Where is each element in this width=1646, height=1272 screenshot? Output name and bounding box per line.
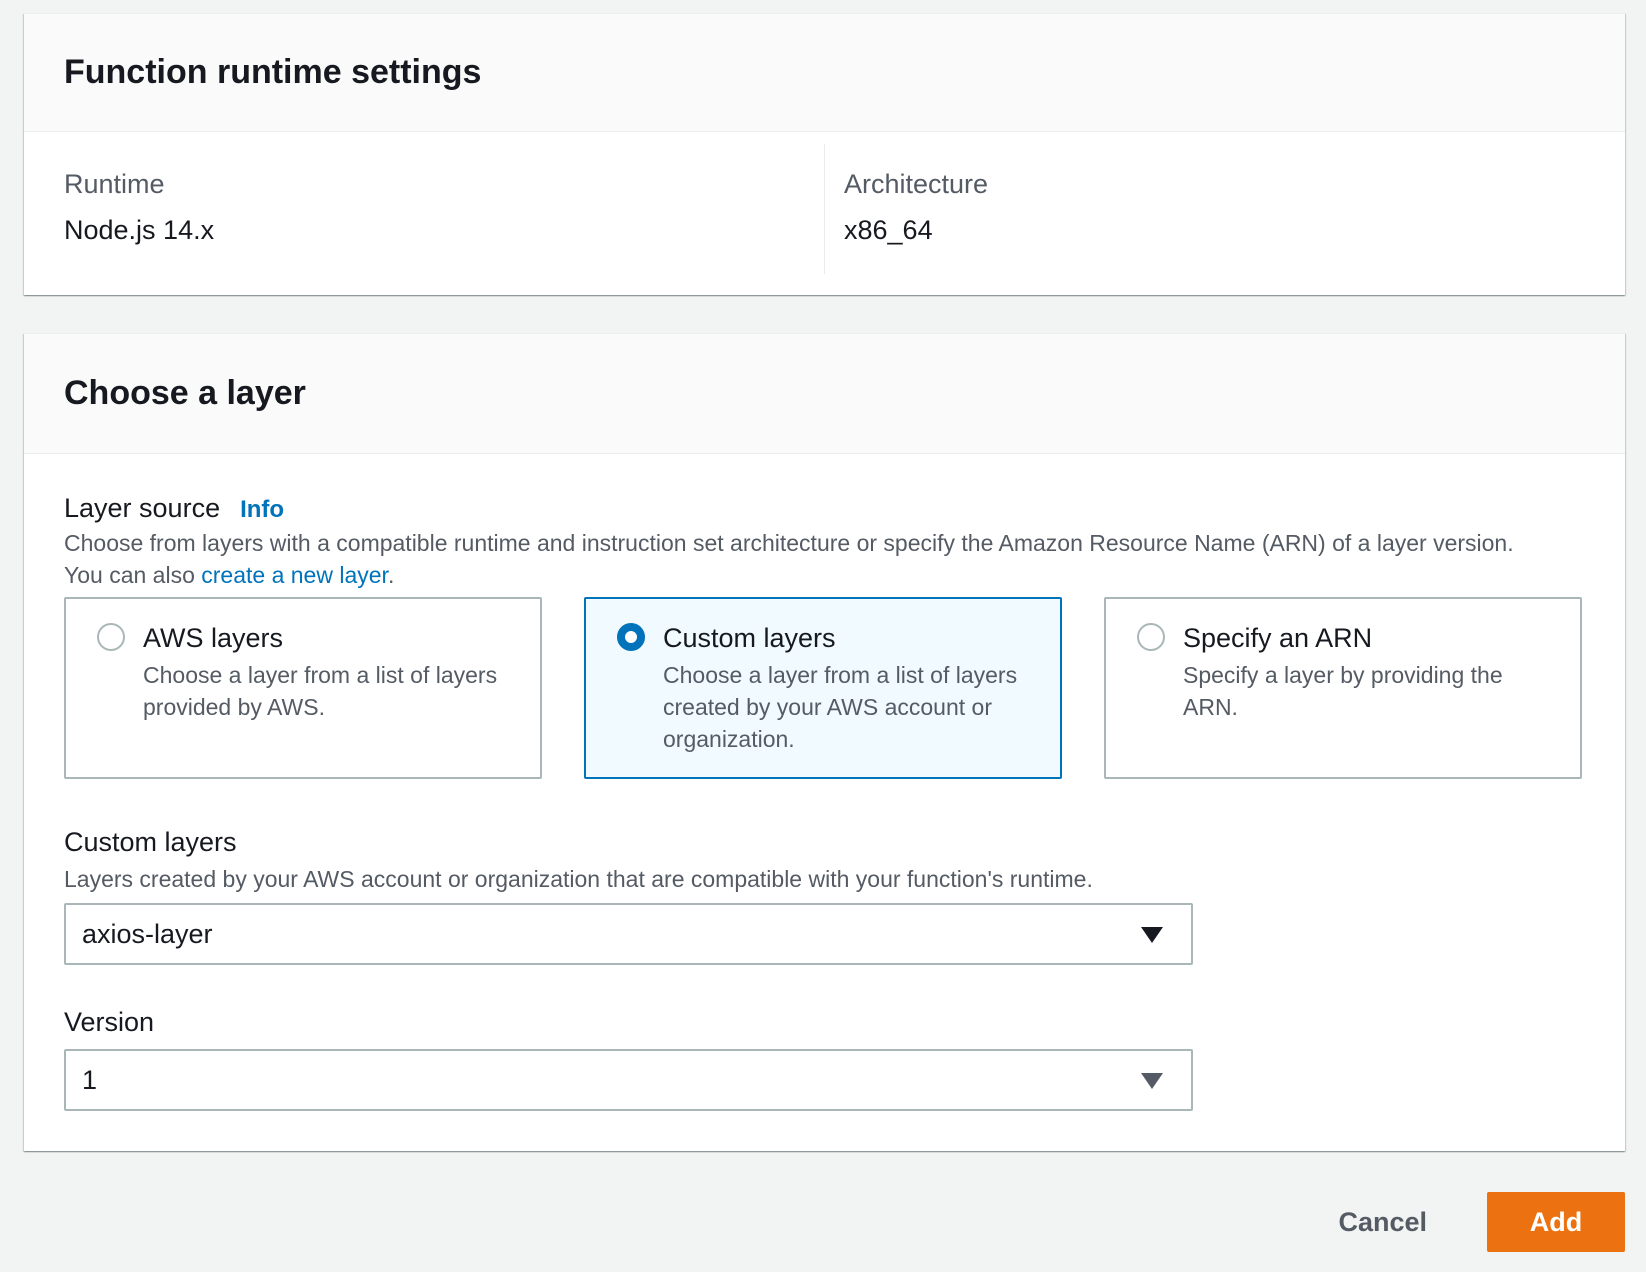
version-field: Version 1 <box>64 1005 1625 1111</box>
caret-down-icon <box>1141 1073 1163 1089</box>
aws-layers-radio[interactable] <box>97 623 125 651</box>
form-actions: Cancel Add <box>1338 1192 1625 1252</box>
custom-layers-label: Custom layers <box>64 827 237 857</box>
architecture-column: Architecture x86_64 <box>804 132 1584 295</box>
version-label: Version <box>64 1007 155 1037</box>
layer-panel-title: Choose a layer <box>64 374 306 412</box>
runtime-label: Runtime <box>64 169 165 199</box>
function-runtime-settings-panel: Function runtime settings Runtime Node.j… <box>24 13 1625 295</box>
info-link[interactable]: Info <box>240 496 284 524</box>
architecture-label: Architecture <box>844 169 989 199</box>
layer-panel-header: Choose a layer <box>24 334 1625 454</box>
layer-source-label-row: Layer source Info <box>64 454 1625 525</box>
tile-description: Choose a layer from a list of layers pro… <box>143 662 498 720</box>
tile-specify-arn[interactable]: Specify an ARN Specify a layer by provid… <box>1104 597 1582 779</box>
tile-description: Specify a layer by providing the ARN. <box>1183 662 1503 720</box>
runtime-value: Node.js 14.x <box>64 215 215 245</box>
runtime-panel-title: Function runtime settings <box>64 53 482 91</box>
runtime-column: Runtime Node.js 14.x <box>24 132 804 295</box>
cancel-button[interactable]: Cancel <box>1338 1207 1427 1238</box>
caret-down-icon <box>1141 927 1163 943</box>
layer-source-description: Choose from layers with a compatible run… <box>64 527 1544 591</box>
custom-layers-radio[interactable] <box>617 623 645 651</box>
tile-custom-layers[interactable]: Custom layers Choose a layer from a list… <box>584 597 1062 779</box>
version-select[interactable]: 1 <box>64 1049 1193 1111</box>
layer-source-tiles: AWS layers Choose a layer from a list of… <box>64 597 1625 779</box>
layer-source-description-end: . <box>387 562 395 588</box>
layer-form: Layer source Info Choose from layers wit… <box>24 454 1625 1111</box>
tile-aws-layers[interactable]: AWS layers Choose a layer from a list of… <box>64 597 542 779</box>
column-divider <box>824 144 825 274</box>
version-selected-value: 1 <box>82 1064 98 1095</box>
choose-layer-panel: Choose a layer Layer source Info Choose … <box>24 333 1625 1151</box>
specify-arn-radio[interactable] <box>1137 623 1165 651</box>
runtime-settings-row: Runtime Node.js 14.x Architecture x86_64 <box>24 132 1625 295</box>
tile-title: Specify an ARN <box>1183 623 1373 653</box>
custom-layers-selected-value: axios-layer <box>82 918 213 949</box>
architecture-value: x86_64 <box>844 215 933 245</box>
custom-layers-description: Layers created by your AWS account or or… <box>64 866 1093 892</box>
tile-description: Choose a layer from a list of layers cre… <box>663 662 1018 752</box>
tile-title: Custom layers <box>663 623 836 653</box>
create-new-layer-link[interactable]: create a new layer <box>201 562 388 588</box>
custom-layers-field: Custom layers Layers created by your AWS… <box>64 825 1625 965</box>
tile-title: AWS layers <box>143 623 284 653</box>
add-button[interactable]: Add <box>1487 1192 1625 1252</box>
layer-source-label: Layer source <box>64 493 221 523</box>
custom-layers-select[interactable]: axios-layer <box>64 903 1193 965</box>
runtime-panel-header: Function runtime settings <box>24 14 1625 132</box>
